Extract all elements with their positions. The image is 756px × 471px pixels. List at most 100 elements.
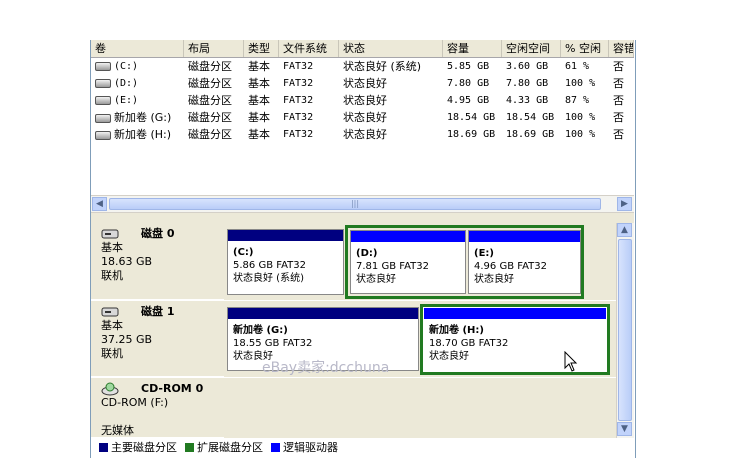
disk-view: 磁盘 0 基本 18.63 GB 联机 (C:) 5.86 GB FAT32 状… bbox=[91, 223, 616, 438]
scroll-right-button[interactable]: ▶ bbox=[617, 197, 632, 211]
legend-label-logical: 逻辑驱动器 bbox=[283, 441, 338, 454]
filesystem-cell: FAT32 bbox=[283, 61, 314, 72]
volume-row[interactable]: (E:) 磁盘分区 基本 FAT32 状态良好 4.95 GB 4.33 GB … bbox=[91, 92, 634, 109]
vertical-scroll-thumb[interactable] bbox=[618, 239, 632, 421]
watermark: eBay卖家:dcchuna bbox=[262, 360, 390, 376]
fault-tolerance-cell: 否 bbox=[613, 111, 624, 124]
filesystem-cell: FAT32 bbox=[283, 95, 314, 106]
scroll-up-button[interactable]: ▲ bbox=[617, 223, 632, 237]
partition-size-fs: 18.55 GB FAT32 bbox=[233, 338, 313, 349]
percent-free-cell: 100 % bbox=[565, 112, 596, 123]
legend-swatch-logical bbox=[271, 442, 280, 452]
layout-cell: 磁盘分区 bbox=[188, 77, 232, 90]
volume-name-cell: 新加卷 (H:) bbox=[91, 126, 184, 143]
disk-1-label[interactable]: 磁盘 1 基本 37.25 GB 联机 bbox=[91, 301, 224, 377]
extended-partition[interactable]: (D:) 7.81 GB FAT32 状态良好 (E:) 4.96 GB FAT… bbox=[345, 225, 584, 299]
fault-tolerance-cell: 否 bbox=[613, 128, 624, 141]
vertical-scrollbar[interactable]: ▲ ▼ bbox=[616, 223, 634, 438]
free-space-cell: 7.80 GB bbox=[506, 78, 549, 89]
partition-d[interactable]: (D:) 7.81 GB FAT32 状态良好 bbox=[350, 230, 466, 294]
free-space-cell: 3.60 GB bbox=[506, 61, 549, 72]
fault-tolerance-cell: 否 bbox=[613, 77, 624, 90]
disk-0-label[interactable]: 磁盘 0 基本 18.63 GB 联机 bbox=[91, 223, 224, 300]
partition-size-fs: 18.70 GB FAT32 bbox=[429, 338, 509, 349]
percent-free-cell: 100 % bbox=[565, 78, 596, 89]
cd-rom-icon bbox=[101, 382, 119, 396]
status-cell: 状态良好 bbox=[343, 94, 387, 107]
layout-cell: 磁盘分区 bbox=[188, 111, 232, 124]
column-header-capacity[interactable]: 容量 bbox=[443, 40, 502, 57]
horizontal-scrollbar[interactable]: ◀ ||| ▶ bbox=[91, 195, 634, 212]
scroll-grip: ||| bbox=[350, 199, 360, 208]
capacity-cell: 4.95 GB bbox=[447, 95, 490, 106]
percent-free-cell: 87 % bbox=[565, 95, 590, 106]
disk-type: 基本 bbox=[101, 241, 123, 254]
disk-title: 磁盘 1 bbox=[141, 305, 175, 318]
disk-size: 18.63 GB bbox=[101, 255, 153, 268]
volume-row[interactable]: 新加卷 (H:) 磁盘分区 基本 FAT32 状态良好 18.69 GB 18.… bbox=[91, 126, 634, 143]
disk-title: 磁盘 0 bbox=[141, 227, 175, 240]
layout-cell: 磁盘分区 bbox=[188, 128, 232, 141]
partition-h-selected[interactable]: 新加卷 (H:) 18.70 GB FAT32 状态良好 bbox=[420, 304, 610, 375]
column-header-type[interactable]: 类型 bbox=[244, 40, 279, 57]
partition-size-fs: 5.86 GB FAT32 bbox=[233, 260, 306, 271]
cdrom-0-label[interactable]: CD-ROM 0 CD-ROM (F:) 无媒体 bbox=[91, 378, 224, 438]
drive-icon bbox=[95, 95, 111, 105]
drive-icon bbox=[95, 113, 111, 123]
column-header-status[interactable]: 状态 bbox=[339, 40, 443, 57]
fault-tolerance-cell: 否 bbox=[613, 94, 624, 107]
free-space-cell: 4.33 GB bbox=[506, 95, 549, 106]
type-cell: 基本 bbox=[248, 94, 270, 107]
column-header-layout[interactable]: 布局 bbox=[184, 40, 244, 57]
partition-status: 状态良好 bbox=[356, 274, 396, 285]
type-cell: 基本 bbox=[248, 128, 270, 141]
drive-icon bbox=[95, 61, 111, 71]
disk-type: 基本 bbox=[101, 319, 123, 332]
scroll-left-button[interactable]: ◀ bbox=[92, 197, 107, 211]
partition-c[interactable]: (C:) 5.86 GB FAT32 状态良好 (系统) bbox=[227, 229, 344, 295]
capacity-cell: 18.69 GB bbox=[447, 129, 496, 140]
volume-row[interactable]: (C:) 磁盘分区 基本 FAT32 状态良好 (系统) 5.85 GB 3.6… bbox=[91, 58, 634, 75]
status-cell: 状态良好 bbox=[343, 111, 387, 124]
column-header-filesystem[interactable]: 文件系统 bbox=[279, 40, 339, 57]
fault-tolerance-cell: 否 bbox=[613, 60, 624, 73]
disk-0-partition-map: (C:) 5.86 GB FAT32 状态良好 (系统) (D:) 7.81 G… bbox=[224, 223, 616, 300]
partition-status: 状态良好 (系统) bbox=[233, 273, 304, 284]
volume-row[interactable]: (D:) 磁盘分区 基本 FAT32 状态良好 7.80 GB 7.80 GB … bbox=[91, 75, 634, 92]
column-header-volume[interactable]: 卷 bbox=[91, 40, 184, 57]
percent-free-cell: 100 % bbox=[565, 129, 596, 140]
legend: 主要磁盘分区 扩展磁盘分区 逻辑驱动器 bbox=[91, 438, 634, 456]
volume-list: (C:) 磁盘分区 基本 FAT32 状态良好 (系统) 5.85 GB 3.6… bbox=[91, 58, 634, 143]
drive-icon bbox=[95, 130, 111, 140]
column-header-free-space[interactable]: 空闲空间 bbox=[502, 40, 561, 57]
drive-icon bbox=[95, 78, 111, 88]
partition-name: (D:) bbox=[356, 248, 378, 259]
disk-type: CD-ROM (F:) bbox=[101, 396, 169, 409]
free-space-cell: 18.69 GB bbox=[506, 129, 555, 140]
layout-cell: 磁盘分区 bbox=[188, 60, 232, 73]
status-cell: 状态良好 bbox=[343, 128, 387, 141]
legend-label-extended: 扩展磁盘分区 bbox=[197, 441, 263, 454]
percent-free-cell: 61 % bbox=[565, 61, 590, 72]
filesystem-cell: FAT32 bbox=[283, 78, 314, 89]
column-header-fault-tolerance[interactable]: 容错 bbox=[609, 40, 634, 57]
filesystem-cell: FAT32 bbox=[283, 112, 314, 123]
disk-size: 37.25 GB bbox=[101, 333, 153, 346]
column-header-percent-free[interactable]: % 空闲 bbox=[561, 40, 609, 57]
partition-name: 新加卷 (G:) bbox=[233, 325, 288, 336]
logical-drive-bar bbox=[469, 231, 580, 242]
partition-h[interactable]: 新加卷 (H:) 18.70 GB FAT32 状态良好 bbox=[424, 308, 606, 371]
disk-title: CD-ROM 0 bbox=[141, 382, 204, 395]
disk-state: 联机 bbox=[101, 347, 123, 360]
disk-state: 联机 bbox=[101, 269, 123, 282]
partition-e[interactable]: (E:) 4.96 GB FAT32 状态良好 bbox=[468, 230, 581, 294]
volume-list-header: 卷 布局 类型 文件系统 状态 容量 空闲空间 % 空闲 容错 bbox=[91, 40, 634, 58]
horizontal-scroll-thumb[interactable]: ||| bbox=[109, 198, 601, 210]
volume-row[interactable]: 新加卷 (G:) 磁盘分区 基本 FAT32 状态良好 18.54 GB 18.… bbox=[91, 109, 634, 126]
primary-partition-bar bbox=[228, 230, 343, 241]
disk-management-window: 卷 布局 类型 文件系统 状态 容量 空闲空间 % 空闲 容错 (C:) 磁盘分… bbox=[90, 40, 636, 458]
partition-name: 新加卷 (H:) bbox=[429, 325, 484, 336]
primary-partition-bar bbox=[228, 308, 418, 319]
status-cell: 状态良好 (系统) bbox=[343, 60, 422, 73]
scroll-down-button[interactable]: ▼ bbox=[617, 422, 632, 436]
